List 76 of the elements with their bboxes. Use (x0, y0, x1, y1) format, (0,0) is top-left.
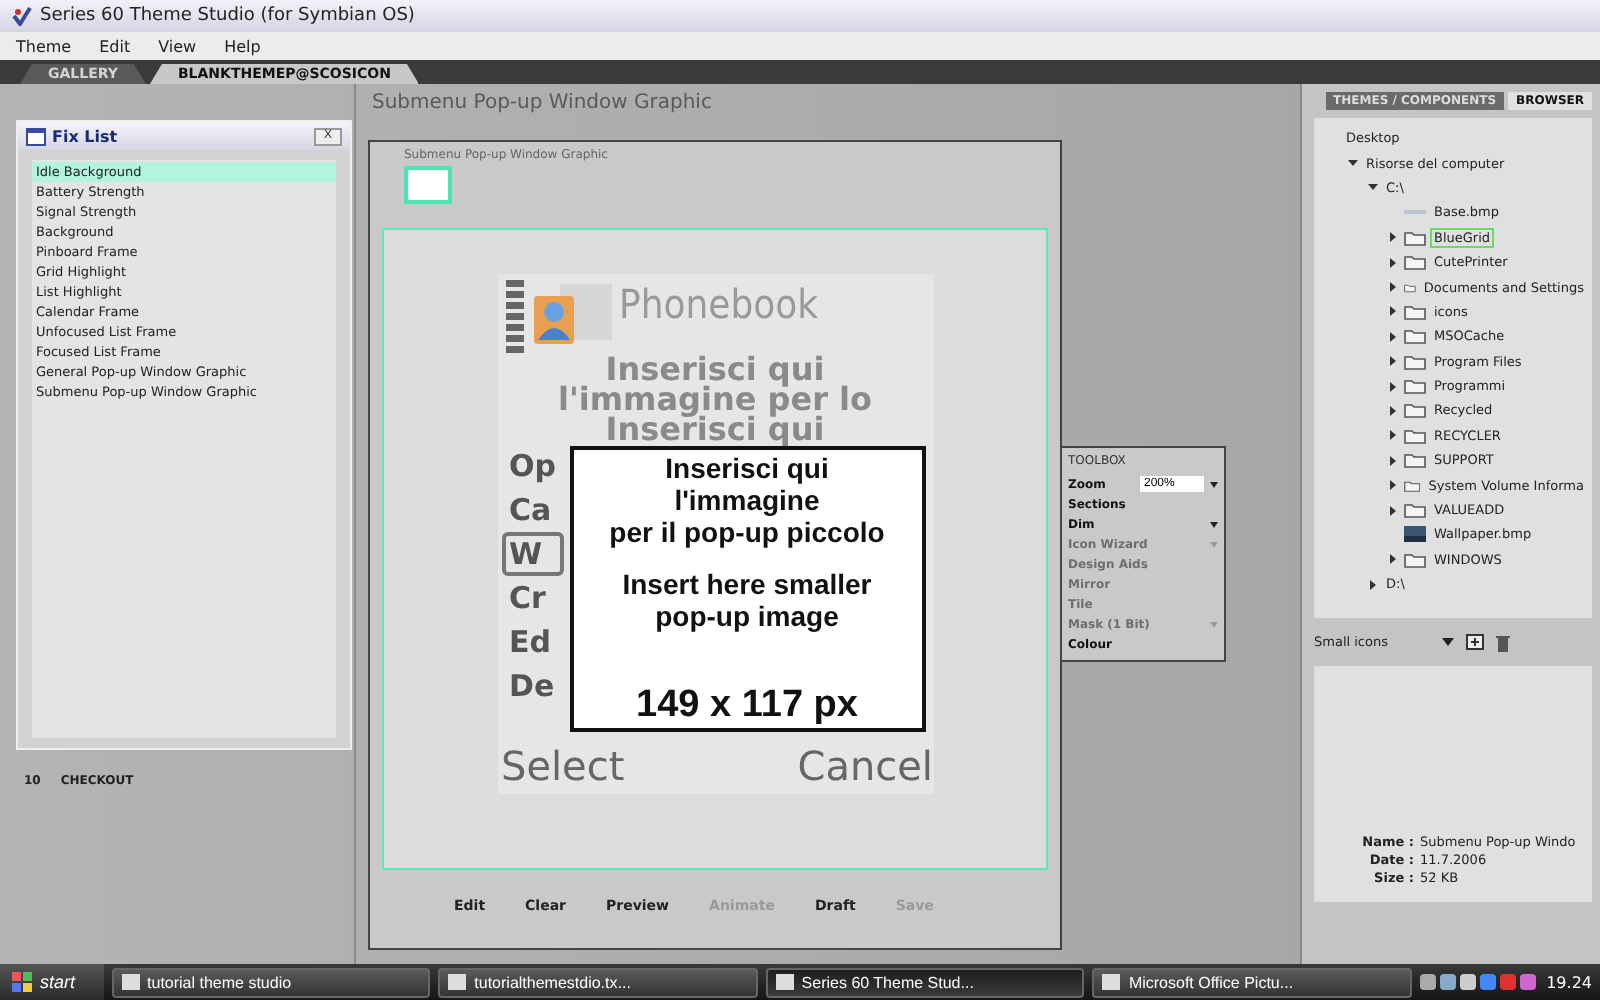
phone-menu-item[interactable]: Op (501, 444, 564, 488)
folder-icon (1404, 279, 1416, 296)
right-softkey[interactable]: Cancel (797, 742, 933, 790)
folder-icon (1404, 551, 1426, 568)
collapsed-arrow-icon[interactable] (1388, 430, 1398, 441)
taskbar-button[interactable]: tutorial theme studio (111, 967, 431, 997)
menu-item[interactable]: Edit (99, 37, 131, 55)
popup-size: 149 x 117 px (636, 684, 858, 728)
collapsed-arrow-icon[interactable] (1388, 381, 1398, 392)
folder-icon (1404, 229, 1426, 246)
placeholder-text: Inserisci qui (605, 414, 825, 444)
app-icon (121, 974, 140, 990)
folder-icon (1404, 328, 1426, 345)
phone-menu-item[interactable]: De (501, 664, 564, 708)
collapsed-arrow-icon[interactable] (1388, 331, 1398, 342)
start-button[interactable]: start (0, 964, 104, 1000)
app-icon (1102, 974, 1121, 990)
collapsed-arrow-icon[interactable] (1388, 257, 1398, 268)
placeholder-text: Inserisci qui (605, 354, 827, 384)
popup-text: l'immagine (674, 484, 820, 516)
collapsed-arrow-icon[interactable] (1388, 356, 1398, 367)
trash-icon[interactable] (1496, 633, 1510, 651)
menu-item[interactable]: Help (224, 37, 261, 55)
popup-text: pop-up image (655, 600, 839, 632)
folder-icon (1404, 254, 1426, 271)
folder-icon (1404, 402, 1426, 419)
dropdown-arrow-icon[interactable] (1210, 521, 1218, 527)
editor-title: Submenu Pop-up Window Graphic (370, 92, 714, 118)
taskbar-button[interactable]: Series 60 Theme Stud... (765, 967, 1085, 997)
menu-item[interactable]: Theme (16, 37, 72, 55)
folder-icon (1404, 452, 1426, 469)
image-file-icon (1404, 526, 1426, 543)
taskbar-button[interactable]: tutorialthemestdio.tx... (438, 967, 758, 997)
app-icon (775, 974, 794, 990)
app-icon (448, 974, 467, 990)
dropdown-arrow-icon[interactable] (1210, 481, 1218, 487)
collapsed-arrow-icon[interactable] (1388, 306, 1398, 317)
expanded-arrow-icon[interactable] (1368, 182, 1378, 193)
folder-icon (1404, 303, 1426, 320)
collapsed-arrow-icon[interactable] (1368, 579, 1378, 590)
dropdown-arrow-icon[interactable] (1442, 638, 1454, 646)
popup-text: Insert here smaller (622, 568, 872, 600)
phonebook-title: Phonebook (619, 280, 819, 328)
new-folder-icon[interactable] (1466, 634, 1484, 650)
tray-icons-drawing (1420, 972, 1541, 992)
folder-icon (1404, 477, 1421, 494)
collapsed-arrow-icon[interactable] (1388, 232, 1398, 243)
collapsed-arrow-icon[interactable] (1388, 455, 1398, 466)
clock: 19.24 (1546, 973, 1592, 991)
collapsed-arrow-icon[interactable] (1388, 554, 1398, 565)
thumbnail[interactable] (404, 166, 452, 204)
phone-menu-item[interactable]: Cr (501, 576, 564, 620)
collapsed-arrow-icon[interactable] (1388, 405, 1398, 416)
collapsed-arrow-icon[interactable] (1388, 282, 1398, 293)
folder-icon (1404, 502, 1426, 519)
phone-menu-item[interactable]: W (501, 532, 564, 576)
phone-menu-item[interactable]: Ca (501, 488, 564, 532)
window-title: Series 60 Theme Studio (for Symbian OS) (40, 6, 415, 26)
popup-text: per il pop-up piccolo (609, 516, 885, 548)
taskbar-button[interactable]: Microsoft Office Pictu... (1092, 967, 1413, 997)
phone-menu-item[interactable]: Ed (501, 620, 564, 664)
windows-flag-icon (12, 972, 32, 992)
popup-text: Inserisci qui (665, 452, 829, 484)
folder-icon (1404, 378, 1426, 395)
left-softkey[interactable]: Select (501, 742, 625, 790)
placeholder-text: l'immagine per lo (556, 384, 874, 414)
window-icon (26, 127, 46, 145)
menu-item[interactable]: View (158, 37, 197, 55)
collapsed-arrow-icon[interactable] (1388, 505, 1398, 516)
contact-card-icon (531, 280, 611, 348)
folder-icon (1404, 427, 1426, 444)
panel-title: Fix List (52, 127, 120, 145)
app-logo-icon (12, 6, 32, 26)
folder-icon (1404, 353, 1426, 370)
expanded-arrow-icon[interactable] (1348, 158, 1358, 169)
collapsed-arrow-icon[interactable] (1388, 480, 1398, 491)
